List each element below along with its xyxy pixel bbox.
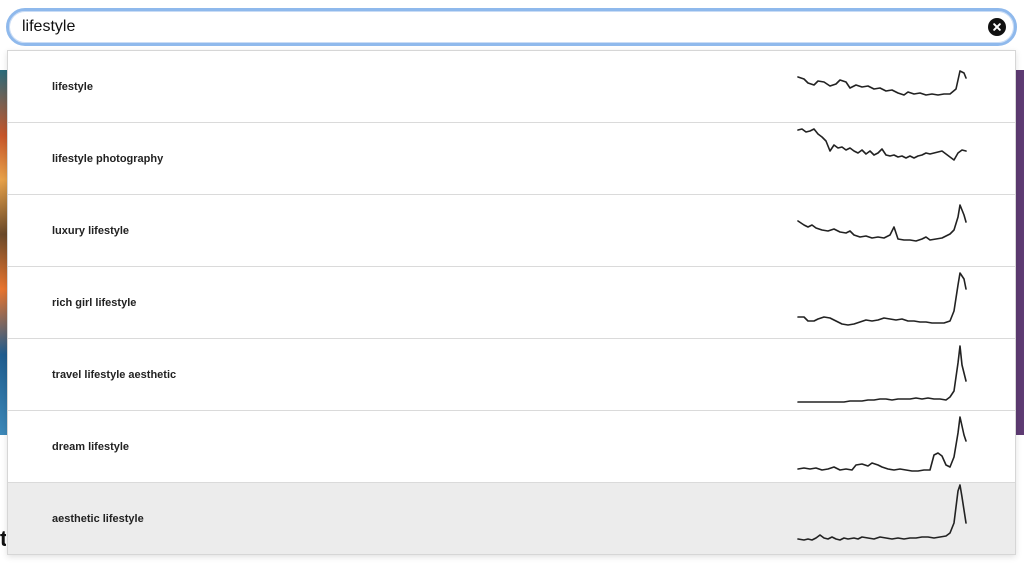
suggestion-label: aesthetic lifestyle [52, 513, 144, 525]
suggestion-label: travel lifestyle aesthetic [52, 369, 177, 381]
suggestion-row-selected[interactable]: aesthetic lifestyle [8, 483, 1015, 554]
suggestion-row[interactable]: lifestyle [8, 51, 1015, 123]
suggestion-label: lifestyle [52, 81, 93, 93]
suggestion-label: luxury lifestyle [52, 225, 130, 237]
background-heading-fragment: t [0, 526, 6, 551]
suggestion-row[interactable]: travel lifestyle aesthetic [8, 339, 1015, 411]
search-suggestions-dropdown: lifestyle lifestyle photography luxury l… [7, 50, 1016, 555]
suggestion-label: rich girl lifestyle [52, 297, 137, 309]
suggestion-row[interactable]: rich girl lifestyle [8, 267, 1015, 339]
search-input[interactable] [22, 11, 962, 43]
suggestion-label: dream lifestyle [52, 441, 130, 453]
suggestion-row[interactable]: luxury lifestyle [8, 195, 1015, 267]
suggestion-row[interactable]: dream lifestyle [8, 411, 1015, 483]
trend-sparkline [797, 345, 967, 403]
trend-sparkline [797, 70, 967, 96]
trend-sparkline [797, 484, 967, 541]
clear-search-icon[interactable] [988, 18, 1006, 36]
suggestion-row[interactable]: lifestyle photography [8, 123, 1015, 195]
search-bar [6, 8, 1017, 46]
trend-sparkline [797, 128, 967, 161]
background-panel-strip [1016, 70, 1024, 435]
suggestion-label: lifestyle photography [52, 153, 164, 165]
trend-sparkline [797, 272, 967, 326]
trend-sparkline [797, 416, 967, 472]
trend-sparkline [797, 204, 967, 242]
